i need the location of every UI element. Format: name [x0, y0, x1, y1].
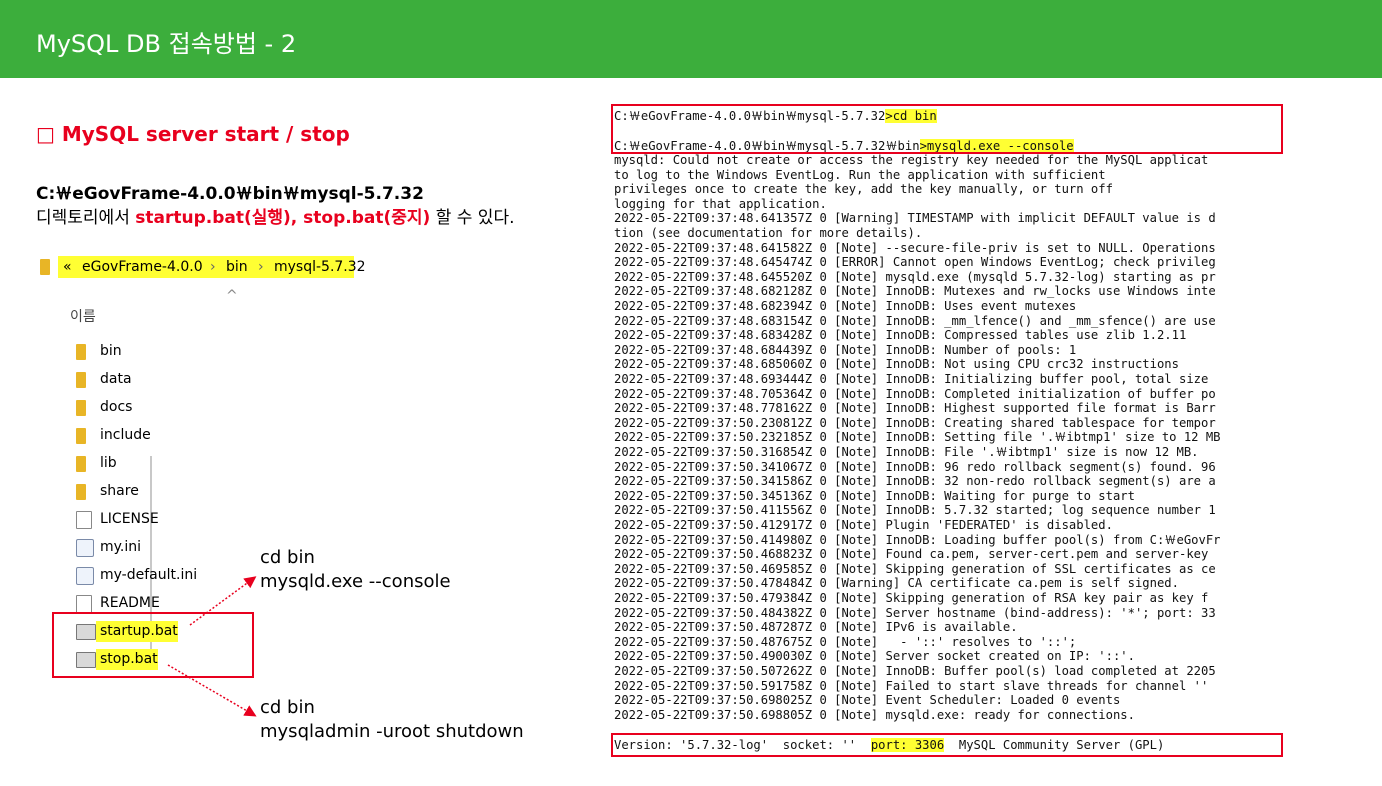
console-log-line: 2022-05-22T09:37:50.230812Z 0 [Note] Inn… — [614, 415, 1216, 430]
console-log-line: 2022-05-22T09:37:48.682394Z 0 [Note] Inn… — [614, 299, 1077, 313]
command-highlight-box — [611, 104, 1283, 154]
console-log-line: 2022-05-22T09:37:50.487287Z 0 [Note] IPv… — [614, 620, 1018, 635]
start-annotation-line2: mysqld.exe --console — [260, 571, 451, 592]
console-log-line: 2022-05-22T09:37:50.341586Z 0 [Note] Inn… — [614, 474, 1216, 489]
stop-annotation-line2: mysqladmin -uroot shutdown — [260, 721, 524, 742]
console-log-line: to log to the Windows EventLog. Run the … — [614, 167, 1106, 182]
console-log-line: 2022-05-22T09:37:50.479384Z 0 [Note] Ski… — [614, 591, 1209, 605]
console-log-line: 2022-05-22T09:37:48.778162Z 0 [Note] Inn… — [614, 401, 1216, 416]
console-log-line: 2022-05-22T09:37:50.411556Z 0 [Note] Inn… — [614, 503, 1216, 518]
version-highlight-box — [611, 733, 1283, 757]
console-log-line: 2022-05-22T09:37:50.478484Z 0 [Warning] … — [614, 576, 1179, 591]
console-log-line: mysqld: Could not create or access the r… — [614, 153, 1209, 167]
start-annotation-line1: cd bin — [260, 547, 315, 568]
console-log-line: 2022-05-22T09:37:48.682128Z 0 [Note] Inn… — [614, 284, 1216, 299]
stop-annotation: cd bin mysqladmin -uroot shutdown — [260, 696, 524, 744]
console-log-line: 2022-05-22T09:37:50.507262Z 0 [Note] Inn… — [614, 664, 1216, 678]
stop-annotation-line1: cd bin — [260, 697, 315, 718]
console-log-line: 2022-05-22T09:37:50.412917Z 0 [Note] Plu… — [614, 518, 1113, 532]
console-log-line: 2022-05-22T09:37:48.645520Z 0 [Note] mys… — [614, 269, 1216, 284]
console-log-line: 2022-05-22T09:37:50.487675Z 0 [Note] - '… — [614, 634, 1077, 649]
console-log-line: 2022-05-22T09:37:48.645474Z 0 [ERROR] Ca… — [614, 255, 1216, 270]
start-arrow — [189, 576, 257, 626]
console-log-line: 2022-05-22T09:37:48.685060Z 0 [Note] Inn… — [614, 357, 1179, 372]
console-log-line: 2022-05-22T09:37:48.641357Z 0 [Warning] … — [614, 211, 1216, 226]
console-output: C:￦eGovFrame-4.0.0￦bin￦mysql-5.7.32>cd b… — [611, 100, 1283, 758]
console-log-line: 2022-05-22T09:37:50.698025Z 0 [Note] Eve… — [614, 693, 1121, 708]
console-log-line: 2022-05-22T09:37:50.484382Z 0 [Note] Ser… — [614, 605, 1216, 620]
console-log-line: 2022-05-22T09:37:50.316854Z 0 [Note] Inn… — [614, 445, 1199, 459]
console-log-line: 2022-05-22T09:37:48.705364Z 0 [Note] Inn… — [614, 386, 1216, 401]
console-log-line: 2022-05-22T09:37:50.469585Z 0 [Note] Ski… — [614, 561, 1216, 576]
console-log-line: logging for that application. — [614, 196, 827, 211]
console-log-line: 2022-05-22T09:37:50.591758Z 0 [Note] Fai… — [614, 678, 1209, 693]
console-log-line: 2022-05-22T09:37:50.341067Z 0 [Note] Inn… — [614, 459, 1216, 474]
console-log-line: tion (see documentation for more details… — [614, 226, 923, 240]
console-log-line: 2022-05-22T09:37:48.683154Z 0 [Note] Inn… — [614, 313, 1216, 328]
stop-arrow — [167, 664, 257, 717]
console-log-line: 2022-05-22T09:37:50.468823Z 0 [Note] Fou… — [614, 547, 1209, 562]
console-log-line: 2022-05-22T09:37:50.345136Z 0 [Note] Inn… — [614, 488, 1135, 503]
console-log-line: 2022-05-22T09:37:48.684439Z 0 [Note] Inn… — [614, 342, 1077, 357]
console-log-line: 2022-05-22T09:37:50.414980Z 0 [Note] Inn… — [614, 532, 1221, 547]
console-log-line: 2022-05-22T09:37:50.232185Z 0 [Note] Inn… — [614, 430, 1221, 445]
console-log-line: privileges once to create the key, add t… — [614, 182, 1113, 197]
start-annotation: cd bin mysqld.exe --console — [260, 546, 451, 594]
console-log-line: 2022-05-22T09:37:50.490030Z 0 [Note] Ser… — [614, 649, 1135, 664]
console-log-line: 2022-05-22T09:37:48.641582Z 0 [Note] --s… — [614, 240, 1216, 255]
console-log-line: 2022-05-22T09:37:48.693444Z 0 [Note] Inn… — [614, 372, 1209, 386]
console-log-line: 2022-05-22T09:37:50.698805Z 0 [Note] mys… — [614, 707, 1135, 722]
console-log-line: 2022-05-22T09:37:48.683428Z 0 [Note] Inn… — [614, 328, 1187, 343]
